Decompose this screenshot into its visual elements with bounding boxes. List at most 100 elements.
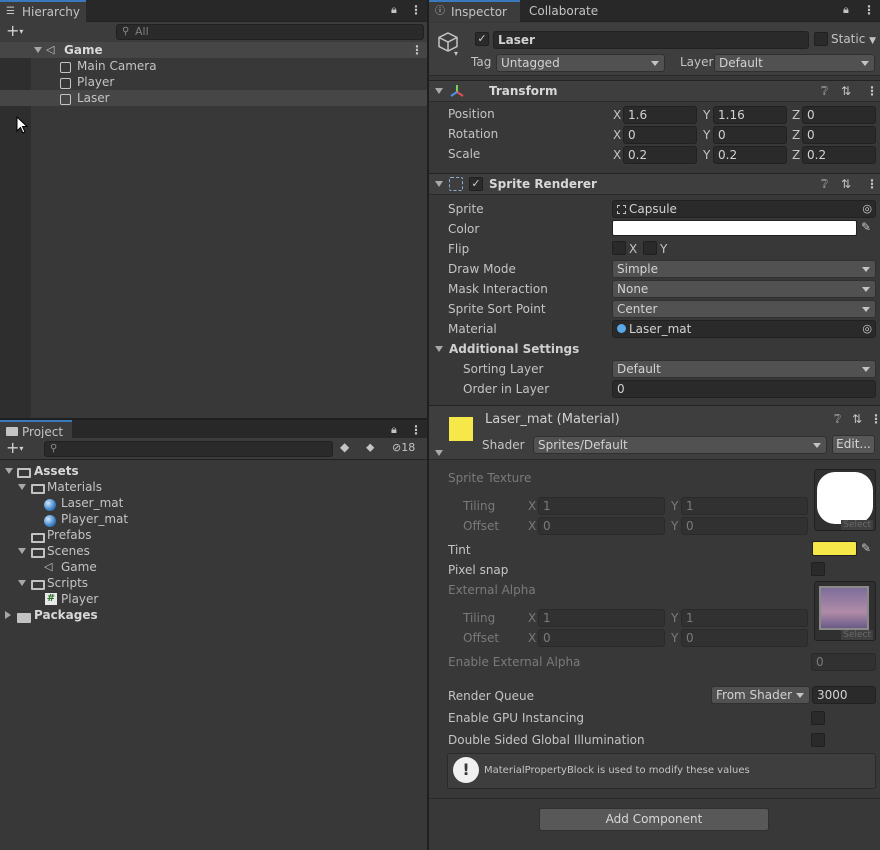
presets-icon[interactable]: ⇅	[852, 412, 862, 426]
position-y-field[interactable]: 1.16	[713, 106, 787, 124]
additional-settings-foldout[interactable]	[435, 342, 443, 356]
render-queue-mode-dropdown[interactable]: From Shader	[711, 686, 810, 704]
axis-x-label[interactable]: X	[613, 146, 621, 164]
project-asset-game-scene[interactable]: ◁ Game	[0, 559, 427, 575]
foldout-triangle-icon[interactable]	[435, 177, 443, 191]
sprite-renderer-header[interactable]: ✓ Sprite Renderer ❔︎ ⇅ ⋮	[429, 173, 880, 195]
flip-x-checkbox[interactable]	[612, 241, 626, 255]
tiling-y-field[interactable]: 1	[681, 497, 808, 515]
object-picker-icon[interactable]: ◎	[862, 201, 872, 217]
tag-dropdown[interactable]: Untagged	[496, 54, 665, 72]
layer-dropdown[interactable]: Default	[714, 54, 875, 72]
kebab-menu-icon[interactable]: ⋮	[863, 3, 875, 17]
scale-z-field[interactable]: 0.2	[802, 146, 876, 164]
hierarchy-item-main-camera[interactable]: Main Camera	[0, 58, 427, 74]
scene-row-game[interactable]: ◁ Game ⋮	[0, 42, 427, 58]
project-folder-scenes[interactable]: Scenes	[0, 543, 427, 559]
create-plus-button[interactable]: +▾	[6, 439, 23, 458]
expand-triangle-icon[interactable]	[34, 42, 42, 58]
axis-y-label[interactable]: Y	[703, 126, 710, 144]
transform-header[interactable]: Transform ❔︎ ⇅ ⋮	[429, 80, 880, 102]
expand-triangle-icon[interactable]	[18, 575, 26, 591]
axis-x-label[interactable]: X	[613, 106, 621, 124]
additional-settings-label[interactable]: Additional Settings	[449, 342, 579, 356]
offset-y-field[interactable]: 0	[681, 517, 808, 535]
static-checkbox[interactable]	[814, 32, 828, 46]
scale-y-field[interactable]: 0.2	[713, 146, 787, 164]
object-picker-icon[interactable]: ◎	[862, 321, 872, 337]
project-folder-scripts[interactable]: Scripts	[0, 575, 427, 591]
render-queue-field[interactable]: 3000	[812, 686, 876, 704]
ea-tiling-y-field[interactable]: 1	[681, 609, 808, 627]
enable-external-alpha-field[interactable]: 0	[811, 653, 876, 671]
project-folder-packages[interactable]: Packages	[0, 607, 427, 623]
double-sided-gi-checkbox[interactable]	[811, 733, 825, 747]
tab-inspector[interactable]: ⓘ Inspector	[429, 0, 520, 22]
project-folder-materials[interactable]: Materials	[0, 479, 427, 495]
flip-y-checkbox[interactable]	[643, 241, 657, 255]
select-texture-button[interactable]: Select	[841, 520, 873, 530]
help-icon[interactable]: ❔︎	[834, 412, 841, 427]
lock-icon[interactable]: 🔒︎	[391, 3, 397, 17]
select-texture-button[interactable]: Select	[841, 630, 873, 640]
foldout-triangle-icon[interactable]	[435, 84, 443, 98]
filter-by-type-icon[interactable]: ◆	[340, 440, 349, 454]
add-component-button[interactable]: Add Component	[539, 808, 769, 831]
sprite-sort-point-dropdown[interactable]: Center	[612, 300, 876, 318]
active-checkbox[interactable]: ✓	[475, 32, 489, 46]
scale-x-field[interactable]: 0.2	[623, 146, 697, 164]
tab-hierarchy[interactable]: ☰ Hierarchy	[0, 0, 86, 22]
pixel-snap-checkbox[interactable]	[811, 562, 825, 576]
project-folder-prefabs[interactable]: Prefabs	[0, 527, 427, 543]
kebab-menu-icon[interactable]: ⋮	[410, 423, 422, 437]
mask-interaction-dropdown[interactable]: None	[612, 280, 876, 298]
project-folder-assets[interactable]: Assets	[0, 463, 427, 479]
draw-mode-dropdown[interactable]: Simple	[612, 260, 876, 278]
offset-x-field[interactable]: 0	[538, 517, 665, 535]
axis-z-label[interactable]: Z	[792, 146, 800, 164]
rotation-y-field[interactable]: 0	[713, 126, 787, 144]
position-z-field[interactable]: 0	[802, 106, 876, 124]
project-asset-player-mat[interactable]: Player_mat	[0, 511, 427, 527]
expand-triangle-icon[interactable]	[5, 463, 13, 479]
eyedropper-icon[interactable]: ✎	[861, 541, 871, 555]
sprite-texture-slot[interactable]: Select	[814, 469, 876, 531]
static-dropdown[interactable]: Static ▼	[831, 32, 876, 46]
hierarchy-item-player[interactable]: Player	[0, 74, 427, 90]
lock-icon[interactable]: 🔒︎	[391, 423, 397, 437]
tiling-x-field[interactable]: 1	[538, 497, 665, 515]
edit-shader-button[interactable]: Edit...	[832, 435, 875, 454]
create-plus-button[interactable]: +▾	[6, 22, 23, 41]
help-icon[interactable]: ❔︎	[821, 177, 828, 192]
ea-tiling-x-field[interactable]: 1	[538, 609, 665, 627]
scene-menu-icon[interactable]: ⋮	[411, 42, 423, 58]
eyedropper-icon[interactable]: ✎	[861, 220, 871, 234]
axis-y-label[interactable]: Y	[703, 106, 710, 124]
hierarchy-item-laser[interactable]: Laser	[0, 90, 427, 106]
axis-y-label[interactable]: Y	[703, 146, 710, 164]
project-asset-player-script[interactable]: # Player	[0, 591, 427, 607]
sprite-object-field[interactable]: Capsule ◎	[612, 200, 876, 218]
axis-z-label[interactable]: Z	[792, 126, 800, 144]
component-menu-icon[interactable]: ⋮	[866, 84, 878, 98]
expand-triangle-icon[interactable]	[18, 479, 26, 495]
sprite-renderer-enabled-checkbox[interactable]: ✓	[469, 177, 483, 191]
tint-color-swatch[interactable]	[812, 541, 857, 556]
material-object-field[interactable]: Laser_mat ◎	[612, 320, 876, 338]
component-menu-icon[interactable]: ⋮	[870, 412, 880, 426]
kebab-menu-icon[interactable]: ⋮	[410, 3, 422, 17]
sorting-layer-dropdown[interactable]: Default	[612, 360, 876, 378]
external-alpha-slot[interactable]: Select	[814, 581, 876, 641]
hidden-packages-toggle[interactable]: ⊘18	[392, 441, 415, 454]
component-menu-icon[interactable]: ⋮	[866, 177, 878, 191]
axis-z-label[interactable]: Z	[792, 106, 800, 124]
presets-icon[interactable]: ⇅	[841, 177, 851, 191]
position-x-field[interactable]: 1.6	[623, 106, 697, 124]
help-icon[interactable]: ❔︎	[821, 84, 828, 99]
ea-offset-y-field[interactable]: 0	[681, 629, 808, 647]
gpu-instancing-checkbox[interactable]	[811, 711, 825, 725]
project-search-input[interactable]: ⚲	[44, 441, 333, 457]
rotation-z-field[interactable]: 0	[802, 126, 876, 144]
ea-offset-x-field[interactable]: 0	[538, 629, 665, 647]
lock-icon[interactable]: 🔒︎	[843, 3, 849, 17]
